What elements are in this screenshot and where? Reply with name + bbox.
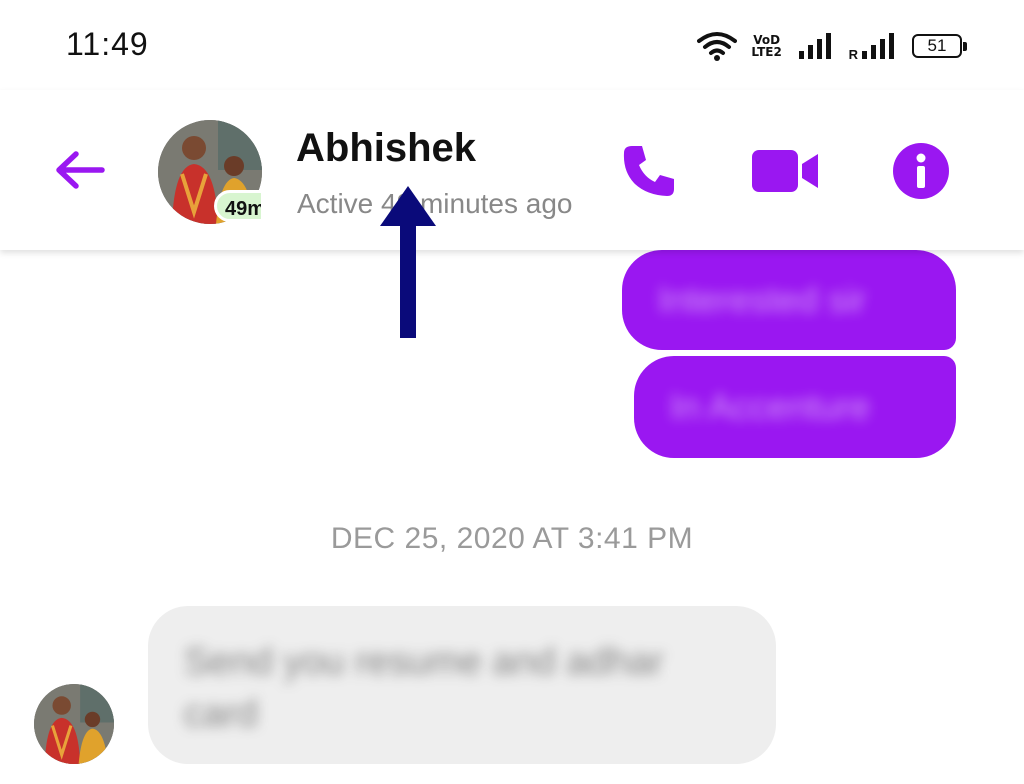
message-timestamp: DEC 25, 2020 AT 3:41 PM [330,522,694,555]
active-time-badge: 49m [214,190,264,222]
sender-avatar[interactable] [34,684,114,764]
outgoing-message[interactable]: Interested sir [622,250,956,350]
voice-call-button[interactable] [618,140,680,207]
video-call-button[interactable] [752,148,822,199]
volte-bottom-label: LTE2 [751,45,782,59]
incoming-message[interactable]: Send you resume and adhar card [148,606,776,764]
info-icon [893,143,949,199]
message-text: Interested sir [658,279,867,320]
phone-icon [623,146,674,196]
message-text: Send you resume and adhar card [184,641,664,735]
video-camera-icon [752,150,818,192]
conversation-info-button[interactable] [892,142,950,205]
wifi-icon [696,32,737,61]
status-time: 11:49 [66,26,149,62]
battery-level: 51 [927,36,947,55]
roaming-signal: R [849,31,900,61]
outgoing-message[interactable]: In Accenture [634,356,956,458]
annotation-arrow-icon [380,186,436,338]
chat-header: 49m Abhishek Active 49 minutes ago [0,90,1024,250]
roaming-signal-icon [862,33,894,59]
status-icons: VoD LTE2 R 51 [696,28,967,64]
roaming-label: R [848,47,858,62]
volte-indicator: VoD LTE2 [749,34,785,58]
battery-indicator: 51 [912,34,967,58]
contact-name[interactable]: Abhishek [296,126,476,171]
back-arrow-icon [56,151,105,189]
message-text: In Accenture [670,386,871,427]
back-button[interactable] [50,145,110,195]
avatar-photo [34,684,114,764]
signal-strength-icon [798,33,831,59]
status-bar: 11:49 VoD LTE2 R 51 [0,0,1024,90]
